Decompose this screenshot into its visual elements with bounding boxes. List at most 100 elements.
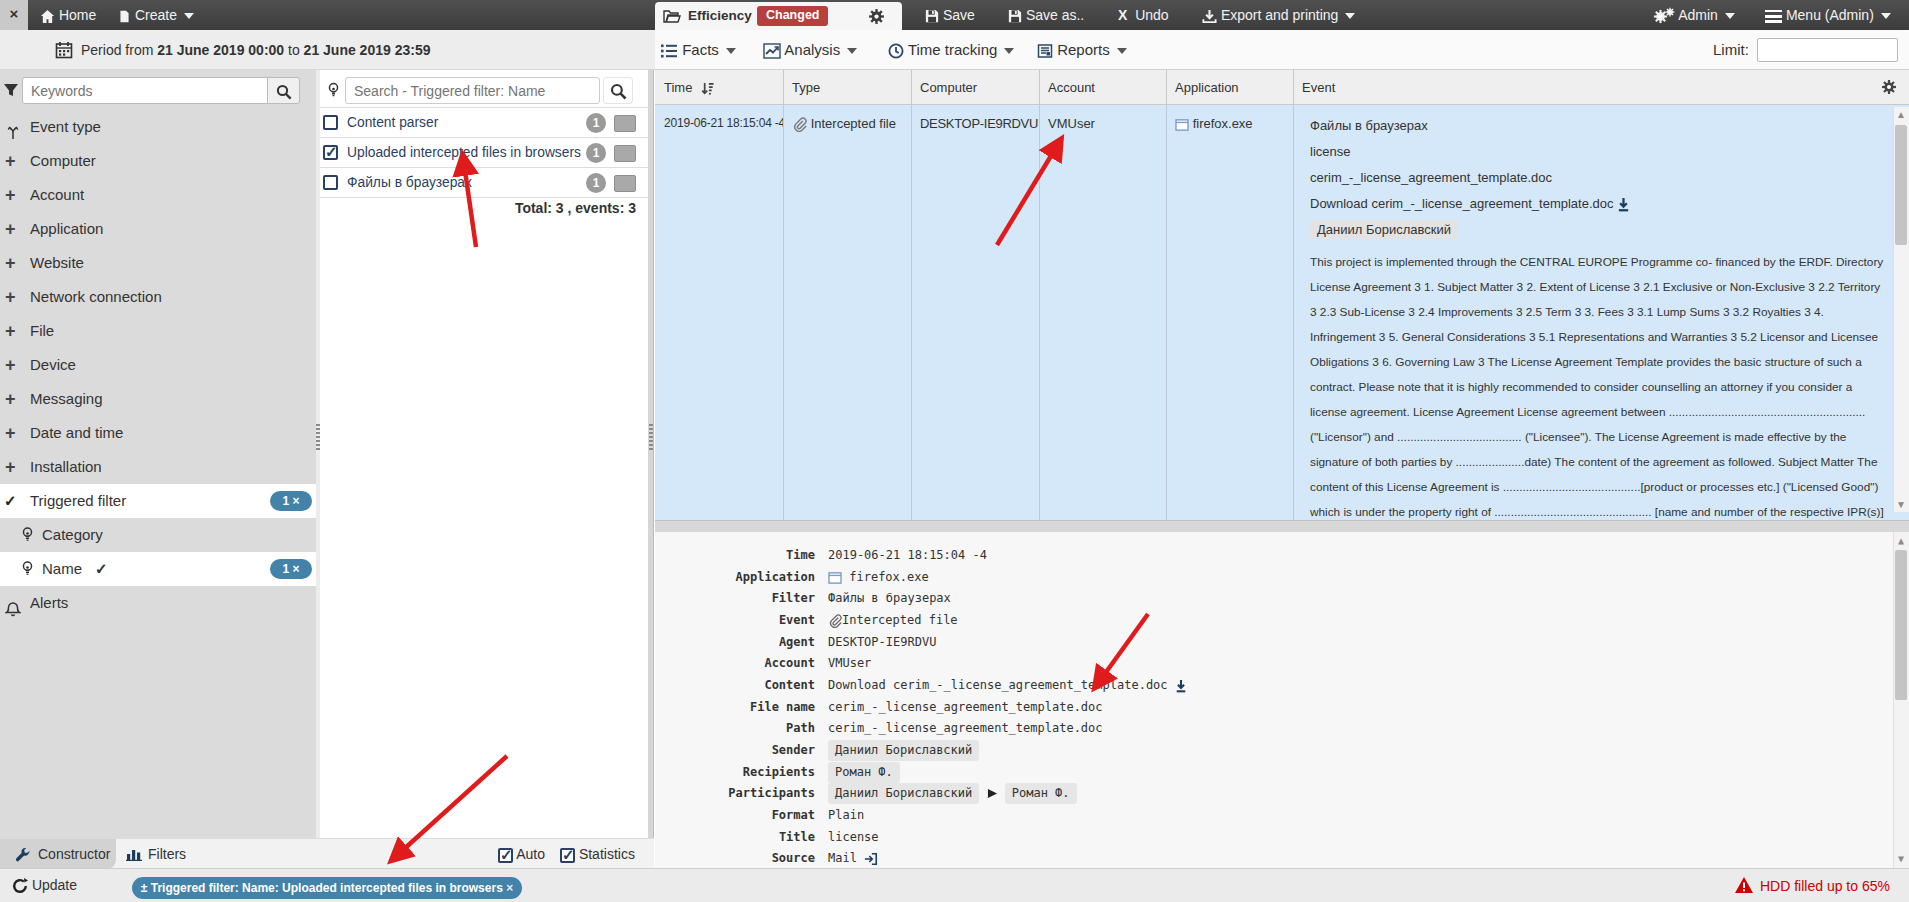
statistics-checkbox[interactable]: Statistics: [560, 846, 635, 863]
lightbulb-icon: [20, 560, 35, 576]
check-icon: ✓: [95, 552, 108, 586]
export-menu[interactable]: Export and printing: [1202, 0, 1355, 30]
create-menu[interactable]: Create: [118, 0, 194, 30]
participant-badge[interactable]: Даниил Бориславский: [828, 783, 979, 804]
save-as-button[interactable]: Save as..: [1008, 0, 1084, 30]
sidebar-item-category[interactable]: Category: [0, 518, 316, 552]
chevron-down-icon: [184, 13, 194, 19]
scroll-up-arrow[interactable]: ▲: [1896, 536, 1906, 546]
details-scrollbar-thumb[interactable]: [1895, 550, 1907, 700]
sidebar-item-application[interactable]: +Application: [0, 212, 316, 246]
main-toolbar: Facts Analysis Time tracking Reports Lim…: [655, 30, 1909, 70]
list-icon[interactable]: [614, 175, 636, 192]
list-icon[interactable]: [614, 115, 636, 132]
sidebar-item-network-connection[interactable]: +Network connection: [0, 280, 316, 314]
resize-grip[interactable]: [649, 424, 653, 450]
table-header: Time Type Computer Account Application E…: [655, 70, 1909, 105]
scroll-down-arrow[interactable]: ▼: [1896, 854, 1906, 864]
filter-search-button[interactable]: [603, 77, 633, 104]
update-button[interactable]: Update: [12, 869, 77, 902]
count-badge: 1: [586, 113, 606, 133]
gear-icon[interactable]: [868, 8, 885, 25]
checkbox-checked[interactable]: [323, 145, 338, 160]
plus-icon: +: [5, 280, 16, 314]
column-header-type[interactable]: Type: [783, 70, 911, 105]
undo-button[interactable]: X Undo: [1118, 0, 1169, 30]
checkbox[interactable]: [323, 115, 338, 130]
column-header-time[interactable]: Time: [655, 70, 783, 105]
admin-menu[interactable]: Admin: [1653, 0, 1735, 30]
scroll-up-arrow[interactable]: ▲: [1896, 110, 1906, 120]
sender-badge[interactable]: Даниил Бориславский: [1310, 220, 1458, 239]
panel-divider[interactable]: [648, 70, 654, 838]
column-header-computer[interactable]: Computer: [911, 70, 1039, 105]
triggered-filter-pill[interactable]: ± Triggered filter: Name: Uploaded inter…: [132, 877, 522, 899]
column-header-account[interactable]: Account: [1039, 70, 1166, 105]
create-icon: [118, 9, 131, 24]
lightbulb-icon: [20, 526, 35, 542]
status-bar: Update ± Triggered filter: Name: Uploade…: [0, 868, 1909, 902]
table-settings-gears-icon[interactable]: [1881, 79, 1897, 95]
tab-efficiency[interactable]: Efficiency Changed: [655, 2, 902, 30]
limit-input[interactable]: [1757, 38, 1898, 62]
content-download-link[interactable]: Download cerim_-_license_agreement_templ…: [828, 678, 1168, 692]
sidebar-item-event-type[interactable]: Event type: [0, 110, 316, 144]
sidebar-item-messaging[interactable]: +Messaging: [0, 382, 316, 416]
filter-row-browsers: Файлы в браузерах 1: [320, 167, 648, 197]
table-details-divider[interactable]: [655, 520, 1909, 532]
sidebar-item-account[interactable]: +Account: [0, 178, 316, 212]
keywords-input[interactable]: [22, 77, 268, 104]
sidebar-item-device[interactable]: +Device: [0, 348, 316, 382]
sidebar-item-website[interactable]: +Website: [0, 246, 316, 280]
calendar-icon: [55, 41, 73, 59]
filter-label[interactable]: Content parser: [347, 108, 438, 138]
sender-badge[interactable]: Даниил Бориславский: [828, 740, 979, 761]
period-from: 21 June 2019 00:00: [157, 42, 284, 58]
checkbox[interactable]: [323, 175, 338, 190]
plus-icon: +: [5, 246, 16, 280]
pill-close-icon[interactable]: ×: [506, 881, 513, 895]
count-badge[interactable]: 1 ×: [270, 559, 312, 579]
download-icon: [1175, 679, 1187, 693]
home-menu[interactable]: Home: [40, 0, 96, 30]
tab-title: Efficiency: [688, 2, 752, 30]
close-button[interactable]: ×: [0, 0, 28, 30]
tab-constructor[interactable]: Constructor: [0, 839, 116, 869]
column-header-application[interactable]: Application: [1166, 70, 1293, 105]
sidebar-item-alerts[interactable]: Alerts: [0, 586, 316, 620]
period-to: 21 June 2019 23:59: [304, 42, 431, 58]
cell-type: Intercepted file: [783, 105, 911, 132]
column-header-event[interactable]: Event: [1293, 70, 1853, 105]
facts-menu[interactable]: Facts: [660, 30, 736, 70]
sidebar-item-file[interactable]: +File: [0, 314, 316, 348]
filter-search-input[interactable]: [345, 77, 600, 104]
analysis-menu[interactable]: Analysis: [763, 30, 857, 70]
app-window-icon: [828, 572, 842, 584]
time-tracking-menu[interactable]: Time tracking: [888, 30, 1014, 70]
keywords-search-button[interactable]: [267, 77, 300, 104]
scroll-down-arrow[interactable]: ▼: [1896, 500, 1906, 510]
recipient-badge[interactable]: Роман Ф.: [828, 762, 900, 783]
event-row-selected[interactable]: 2019-06-21 18:15:04 -4 Intercepted file …: [655, 105, 1909, 520]
period-label[interactable]: Period from 21 June 2019 00:00 to 21 Jun…: [81, 30, 430, 70]
save-button[interactable]: Save: [925, 0, 975, 30]
reports-menu[interactable]: Reports: [1037, 30, 1127, 70]
warning-icon: [1735, 877, 1753, 893]
event-download-link[interactable]: Download cerim_-_license_agreement_templ…: [1310, 191, 1889, 217]
filter-label[interactable]: Uploaded intercepted files in browsers: [347, 138, 581, 168]
sidebar-item-installation[interactable]: +Installation: [0, 450, 316, 484]
list-icon[interactable]: [614, 145, 636, 162]
auto-checkbox[interactable]: Auto: [498, 846, 545, 863]
participant-badge[interactable]: Роман Ф.: [1005, 783, 1077, 804]
sidebar-item-name[interactable]: Name✓1 ×: [0, 552, 316, 586]
sidebar-item-date-and-time[interactable]: +Date and time: [0, 416, 316, 450]
main-menu[interactable]: Menu (Admin): [1765, 0, 1891, 30]
table-scrollbar-thumb[interactable]: [1895, 125, 1907, 245]
sidebar-item-triggered-filter[interactable]: ✓Triggered filter1 ×: [0, 484, 316, 518]
sidebar-item-computer[interactable]: +Computer: [0, 144, 316, 178]
reports-icon: [1037, 43, 1053, 59]
count-badge[interactable]: 1 ×: [270, 491, 312, 511]
event-filter-name: Файлы в браузерах: [1310, 113, 1889, 139]
export-icon: [1202, 9, 1217, 24]
filter-label[interactable]: Файлы в браузерах: [347, 168, 472, 198]
